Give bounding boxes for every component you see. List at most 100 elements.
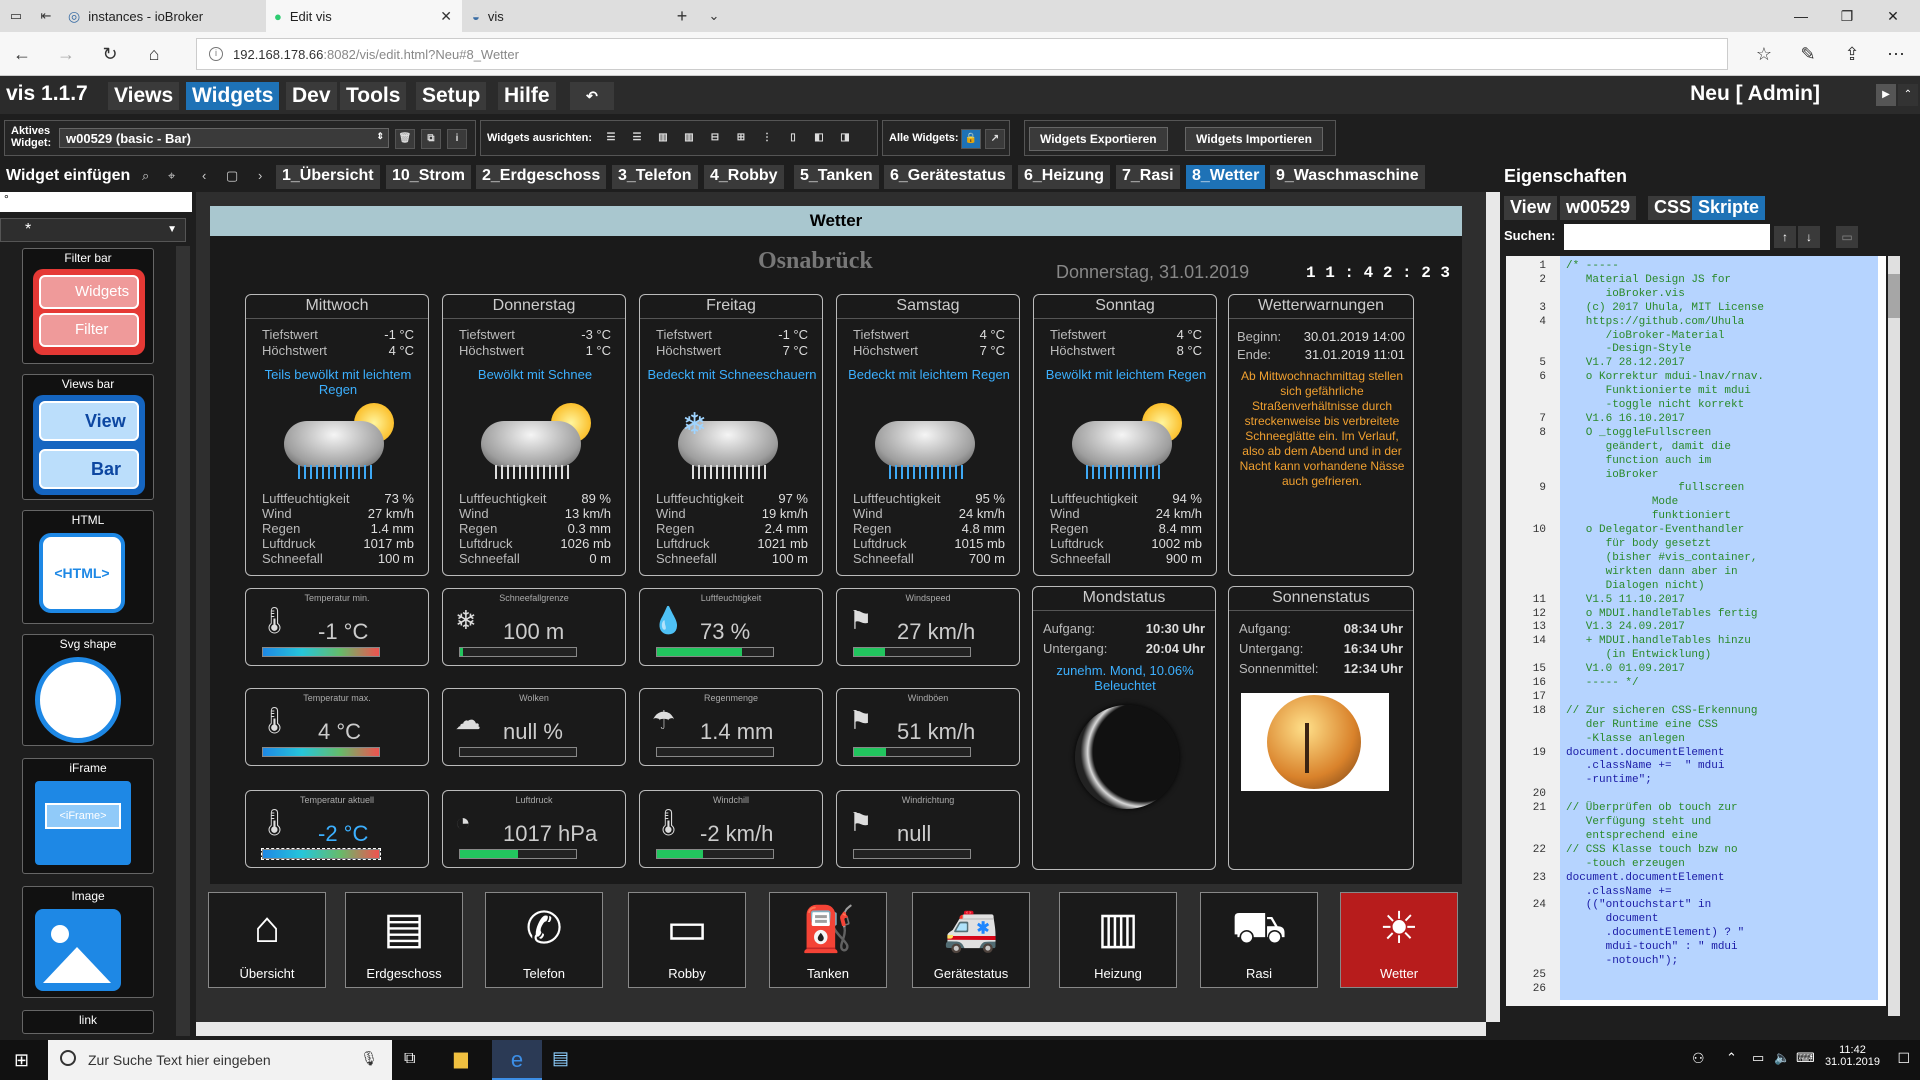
volume-icon[interactable]: 🔈 xyxy=(1774,1050,1790,1066)
restore-icon[interactable]: ❐ xyxy=(1824,0,1870,32)
clear-icon[interactable]: ▭ xyxy=(1836,226,1858,248)
align-top-icon[interactable]: ▥ xyxy=(653,129,673,149)
minimize-icon[interactable]: — xyxy=(1778,0,1824,32)
props-tab-widget[interactable]: w00529 xyxy=(1560,196,1637,220)
same-height-icon[interactable]: ◨ xyxy=(835,129,855,149)
view-tab[interactable]: 5_Tanken xyxy=(794,165,879,189)
palette-widget-html[interactable]: HTML <HTML> xyxy=(22,510,154,624)
nav-button[interactable]: ✆ Telefon xyxy=(485,892,603,988)
pin-icon[interactable]: ⌖ xyxy=(168,168,175,184)
props-tab-css[interactable]: CSS xyxy=(1648,196,1698,220)
view-tab[interactable]: 7_Rasi xyxy=(1116,165,1180,189)
canvas-h-scrollbar[interactable] xyxy=(196,1022,1486,1036)
copy-icon[interactable]: ⧉ xyxy=(421,129,441,149)
browser-tab-instances[interactable]: ◎ instances - ioBroker xyxy=(60,0,264,32)
edge-icon[interactable]: e xyxy=(492,1040,542,1080)
taskbar-search-input[interactable]: Zur Suche Text hier eingeben 🎙 xyxy=(48,1040,392,1080)
browser-tab-vis[interactable]: ◒ vis xyxy=(464,0,664,32)
menu-hilfe[interactable]: Hilfe xyxy=(498,82,556,110)
align-center-h-icon[interactable]: ⊟ xyxy=(705,129,725,149)
menu-dev[interactable]: Dev xyxy=(286,82,337,110)
notifications-icon[interactable]: ☐ xyxy=(1897,1050,1910,1067)
task-view-icon[interactable]: ⧉ xyxy=(404,1050,415,1068)
view-tab[interactable]: 4_Robby xyxy=(704,165,784,189)
view-tab[interactable]: 1_Übersicht xyxy=(276,165,380,189)
props-tab-skripte[interactable]: Skripte xyxy=(1692,196,1766,220)
view-tab[interactable]: 2_Erdgeschoss xyxy=(476,165,607,189)
share-icon[interactable]: ⇪ xyxy=(1838,40,1866,68)
view-tab[interactable]: 10_Strom xyxy=(386,165,471,189)
taskbar-clock[interactable]: 11:42 31.01.2019 xyxy=(1825,1044,1880,1068)
file-explorer-icon[interactable]: ▆ xyxy=(454,1048,468,1069)
tab-list-icon[interactable]: ▭ xyxy=(2,2,30,30)
import-button[interactable]: Widgets Importieren xyxy=(1185,127,1323,151)
view-tab[interactable]: 6_Heizung xyxy=(1018,165,1111,189)
align-left-icon[interactable]: ☰ xyxy=(601,129,621,149)
collapse-icon[interactable]: ⌃ xyxy=(1898,84,1918,106)
more-icon[interactable]: ⋯ xyxy=(1882,40,1910,68)
network-icon[interactable]: ▭ xyxy=(1752,1050,1764,1066)
nav-button[interactable]: ⌂ Übersicht xyxy=(208,892,326,988)
palette-widget-image[interactable]: Image xyxy=(22,886,154,998)
windows-start-icon[interactable]: ⊞ xyxy=(14,1050,29,1071)
close-tab-icon[interactable]: ✕ xyxy=(440,8,452,25)
align-bottom-icon[interactable]: ▥ xyxy=(679,129,699,149)
favorites-icon[interactable]: ☆ xyxy=(1750,40,1778,68)
back-icon[interactable]: ← xyxy=(8,40,36,68)
play-icon[interactable]: ▶ xyxy=(1876,84,1896,106)
browser-tab-edit-vis[interactable]: ● Edit vis ✕ xyxy=(266,0,462,32)
same-width-icon[interactable]: ◧ xyxy=(809,129,829,149)
new-tab-icon[interactable]: + xyxy=(668,2,696,30)
palette-scrollbar[interactable] xyxy=(176,246,190,1036)
nav-button[interactable]: ⛟ Rasi xyxy=(1200,892,1318,988)
nav-button[interactable]: ☀ Wetter xyxy=(1340,892,1458,988)
palette-widget-svg-shape[interactable]: Svg shape xyxy=(22,634,154,746)
script-editor[interactable]: 1 /* ----- 2 Material Design JS for ioBrok… xyxy=(1506,256,1886,1006)
people-icon[interactable]: ⚇ xyxy=(1692,1050,1705,1067)
arrow-down-icon[interactable]: ↓ xyxy=(1798,226,1820,248)
palette-widget-filter-bar[interactable]: Filter bar Widgets Filter xyxy=(22,248,154,364)
widget-set-select[interactable]: * ▼ xyxy=(0,218,186,242)
view-tab-active[interactable]: 8_Wetter xyxy=(1186,165,1266,189)
lock-icon[interactable]: 🔒 xyxy=(961,129,981,149)
canvas-v-scrollbar[interactable] xyxy=(1486,192,1500,1022)
chevron-down-icon[interactable]: ⌄ xyxy=(700,2,728,30)
align-right-icon[interactable]: ☰ xyxy=(627,129,647,149)
close-window-icon[interactable]: ✕ xyxy=(1870,0,1916,32)
search-icon[interactable]: ⌕ xyxy=(142,168,149,184)
external-icon[interactable]: ↗ xyxy=(985,129,1005,149)
chevron-right-icon[interactable]: › xyxy=(258,168,262,183)
undo-icon[interactable]: ↶ xyxy=(570,82,614,110)
same-size-icon[interactable]: ▯ xyxy=(783,129,803,149)
delete-icon[interactable]: 🗑 xyxy=(395,129,415,149)
menu-tools[interactable]: Tools xyxy=(340,82,407,110)
editor-scrollbar[interactable] xyxy=(1888,256,1900,1016)
view-tab[interactable]: 9_Waschmaschine xyxy=(1270,165,1425,189)
home-icon[interactable]: ⌂ xyxy=(140,40,168,68)
trash-icon[interactable]: ▢ xyxy=(226,168,238,184)
view-tab[interactable]: 3_Telefon xyxy=(612,165,698,189)
notepad-icon[interactable]: ▤ xyxy=(552,1048,569,1069)
palette-widget-link[interactable]: link xyxy=(22,1010,154,1034)
export-button[interactable]: Widgets Exportieren xyxy=(1029,127,1168,151)
keyboard-icon[interactable]: ⌨ xyxy=(1796,1050,1815,1066)
info-icon[interactable]: i xyxy=(447,129,467,149)
props-search-input[interactable] xyxy=(1564,224,1770,250)
url-field[interactable]: i 192.168.178.66:8082/vis/edit.html?Neu#… xyxy=(196,38,1728,70)
nav-button[interactable]: 🚑 Gerätestatus xyxy=(912,892,1030,988)
palette-widget-iframe[interactable]: iFrame <iFrame> xyxy=(22,758,154,874)
view-tab[interactable]: 6_Gerätestatus xyxy=(884,165,1012,189)
nav-button[interactable]: ▭ Robby xyxy=(628,892,746,988)
arrow-up-icon[interactable]: ↑ xyxy=(1774,226,1796,248)
chevron-left-icon[interactable]: ‹ xyxy=(202,168,206,183)
menu-views[interactable]: Views xyxy=(108,82,180,110)
refresh-icon[interactable]: ↻ xyxy=(96,40,124,68)
widget-search-input[interactable]: ° xyxy=(0,192,192,212)
nav-button[interactable]: ⛽ Tanken xyxy=(769,892,887,988)
nav-button[interactable]: ▤ Erdgeschoss xyxy=(345,892,463,988)
align-center-v-icon[interactable]: ⊞ xyxy=(731,129,751,149)
active-widget-select[interactable]: w00529 (basic - Bar) ⇕ xyxy=(59,128,389,148)
menu-widgets[interactable]: Widgets xyxy=(186,82,280,110)
chevron-up-icon[interactable]: ⌃ xyxy=(1726,1050,1737,1066)
distribute-icon[interactable]: ⋮ xyxy=(757,129,777,149)
